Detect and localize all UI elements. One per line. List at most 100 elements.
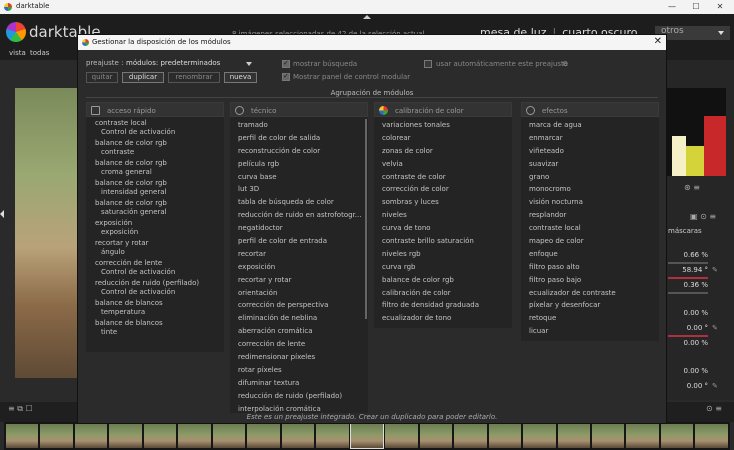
filmstrip-thumbnail[interactable]	[660, 424, 694, 448]
module-item[interactable]: contraste local	[521, 222, 659, 235]
module-item[interactable]: filtro paso bajo	[521, 274, 659, 287]
filmstrip-thumbnail[interactable]	[40, 424, 73, 448]
module-item[interactable]: recortar y rotar	[230, 274, 368, 287]
filmstrip-thumbnail[interactable]	[247, 424, 280, 448]
module-item[interactable]: perfil de color de salida	[230, 132, 368, 145]
filmstrip-thumbnail[interactable]	[385, 424, 418, 448]
filmstrip-thumbnail[interactable]	[523, 424, 556, 448]
module-item[interactable]: filtro paso alto	[521, 261, 659, 274]
column-header[interactable]: efectos	[521, 102, 659, 117]
duplicate-button[interactable]: duplicar	[122, 72, 164, 83]
module-item[interactable]: balance de color rgb	[374, 274, 512, 287]
quick-access-group[interactable]: exposición exposición	[86, 219, 224, 239]
filmstrip-thumbnail[interactable]	[316, 424, 349, 448]
show-quick-panel-checkbox[interactable]	[282, 72, 290, 81]
new-button[interactable]: nueva	[224, 72, 257, 83]
quick-access-group[interactable]: corrección de lente Control de activación	[86, 259, 224, 279]
module-item[interactable]: película rgb	[230, 158, 368, 171]
filmstrip-thumbnail[interactable]	[695, 424, 728, 448]
slider-value[interactable]: 0.00 °	[668, 382, 708, 390]
column-header[interactable]: calibración de color	[374, 102, 512, 117]
preset-dropdown[interactable]: módulos: predeterminados	[126, 59, 252, 69]
gear-icon[interactable]: ⚙	[562, 60, 568, 68]
module-item[interactable]: ecualizador de tono	[374, 312, 512, 325]
filmstrip-thumbnail[interactable]	[6, 424, 39, 448]
quick-access-group[interactable]: balance de blancos temperatura	[86, 299, 224, 319]
module-item[interactable]: orientación	[230, 287, 368, 300]
picker-icon[interactable]: ✎	[712, 382, 718, 390]
filmstrip-thumbnail[interactable]	[281, 424, 315, 448]
slider-value[interactable]: 0.00 %	[668, 339, 708, 347]
module-item[interactable]: grano	[521, 171, 659, 184]
quick-access-group[interactable]: balance de blancos tinte	[86, 319, 224, 339]
module-item[interactable]: corrección de lente	[230, 338, 368, 351]
bottom-right-icons[interactable]: ⊙ ≡	[706, 404, 722, 413]
histogram-icons[interactable]: ⊛ ≡	[684, 183, 700, 192]
module-item[interactable]: marca de agua	[521, 119, 659, 132]
module-item[interactable]: reducción de ruido (perfilado)	[230, 390, 368, 403]
column-header[interactable]: acceso rápido	[86, 102, 224, 117]
module-item[interactable]: visión nocturna	[521, 196, 659, 209]
module-item[interactable]: sombras y luces	[374, 196, 512, 209]
rename-button[interactable]: renombrar	[168, 72, 220, 83]
module-item[interactable]: tabla de búsqueda de color	[230, 196, 368, 209]
close-icon[interactable]: ✕	[654, 36, 662, 47]
module-item[interactable]: perfil de color de entrada	[230, 235, 368, 248]
filmstrip-thumbnail[interactable]	[488, 424, 522, 448]
menu-todas[interactable]: todas	[30, 49, 49, 57]
filmstrip-thumbnail[interactable]	[626, 424, 659, 448]
filmstrip-thumbnail[interactable]	[454, 424, 487, 448]
quick-access-group[interactable]: balance de color rgb intensidad general	[86, 179, 224, 199]
module-item[interactable]: difuminar textura	[230, 377, 368, 390]
module-item[interactable]: velvia	[374, 158, 512, 171]
module-item[interactable]: recortar	[230, 248, 368, 261]
module-item[interactable]: tramado	[230, 119, 368, 132]
module-item[interactable]: píxelar y desenfocar	[521, 299, 659, 312]
filmstrip-thumbnail[interactable]	[591, 424, 625, 448]
module-item[interactable]: rotar píxeles	[230, 364, 368, 377]
scrollbar[interactable]	[365, 119, 367, 319]
filmstrip-thumbnail[interactable]	[349, 423, 385, 449]
module-item[interactable]: retoque	[521, 312, 659, 325]
module-item[interactable]: curva de tono	[374, 222, 512, 235]
module-item[interactable]: monocromo	[521, 183, 659, 196]
module-item[interactable]: filtro de densidad graduada	[374, 299, 512, 312]
collapse-top-icon[interactable]	[363, 15, 371, 19]
quick-access-group[interactable]: recortar y rotar ángulo	[86, 239, 224, 259]
module-item[interactable]: contraste de color	[374, 171, 512, 184]
slider-value[interactable]: 58.94 °	[668, 266, 708, 274]
module-item[interactable]: resplandor	[521, 209, 659, 222]
module-item[interactable]: reconstrucción de color	[230, 145, 368, 158]
module-item[interactable]: suavizar	[521, 158, 659, 171]
module-item[interactable]: zonas de color	[374, 145, 512, 158]
module-item[interactable]: enmarcar	[521, 132, 659, 145]
module-item[interactable]: niveles	[374, 209, 512, 222]
module-item[interactable]: colorear	[374, 132, 512, 145]
quick-access-group[interactable]: reducción de ruido (perfilado) Control de…	[86, 279, 224, 299]
quick-access-group[interactable]: contraste local Control de activación	[86, 119, 224, 139]
module-item[interactable]: exposición	[230, 261, 368, 274]
module-item[interactable]: reducción de ruido en astrofotogr...	[230, 209, 368, 222]
picker-icon[interactable]: ✎	[712, 324, 718, 332]
slider-value[interactable]: 0.00 °	[668, 324, 708, 332]
minimize-button[interactable]: —	[662, 1, 682, 13]
module-header-icons[interactable]: ▣ ⊙ ≡	[690, 212, 716, 221]
module-item[interactable]: mapeo de color	[521, 235, 659, 248]
module-item[interactable]: corrección de color	[374, 183, 512, 196]
quick-access-group[interactable]: balance de color rgb contraste	[86, 139, 224, 159]
module-item[interactable]: eliminación de neblina	[230, 312, 368, 325]
module-item[interactable]: niveles rgb	[374, 248, 512, 261]
remove-button[interactable]: quitar	[86, 72, 118, 83]
picker-icon[interactable]: ✎	[712, 266, 718, 274]
show-search-checkbox[interactable]	[282, 59, 290, 68]
filmstrip-thumbnail[interactable]	[557, 424, 590, 448]
module-item[interactable]: curva rgb	[374, 261, 512, 274]
module-item[interactable]: aberración cromática	[230, 325, 368, 338]
auto-apply-checkbox[interactable]	[424, 60, 432, 68]
filmstrip-thumbnail[interactable]	[74, 424, 108, 448]
filmstrip-thumbnail[interactable]	[109, 424, 142, 448]
module-item[interactable]: corrección de perspectiva	[230, 299, 368, 312]
module-item[interactable]: curva base	[230, 171, 368, 184]
close-window-button[interactable]: ✕	[710, 1, 730, 13]
column-header[interactable]: técnico	[230, 102, 368, 117]
